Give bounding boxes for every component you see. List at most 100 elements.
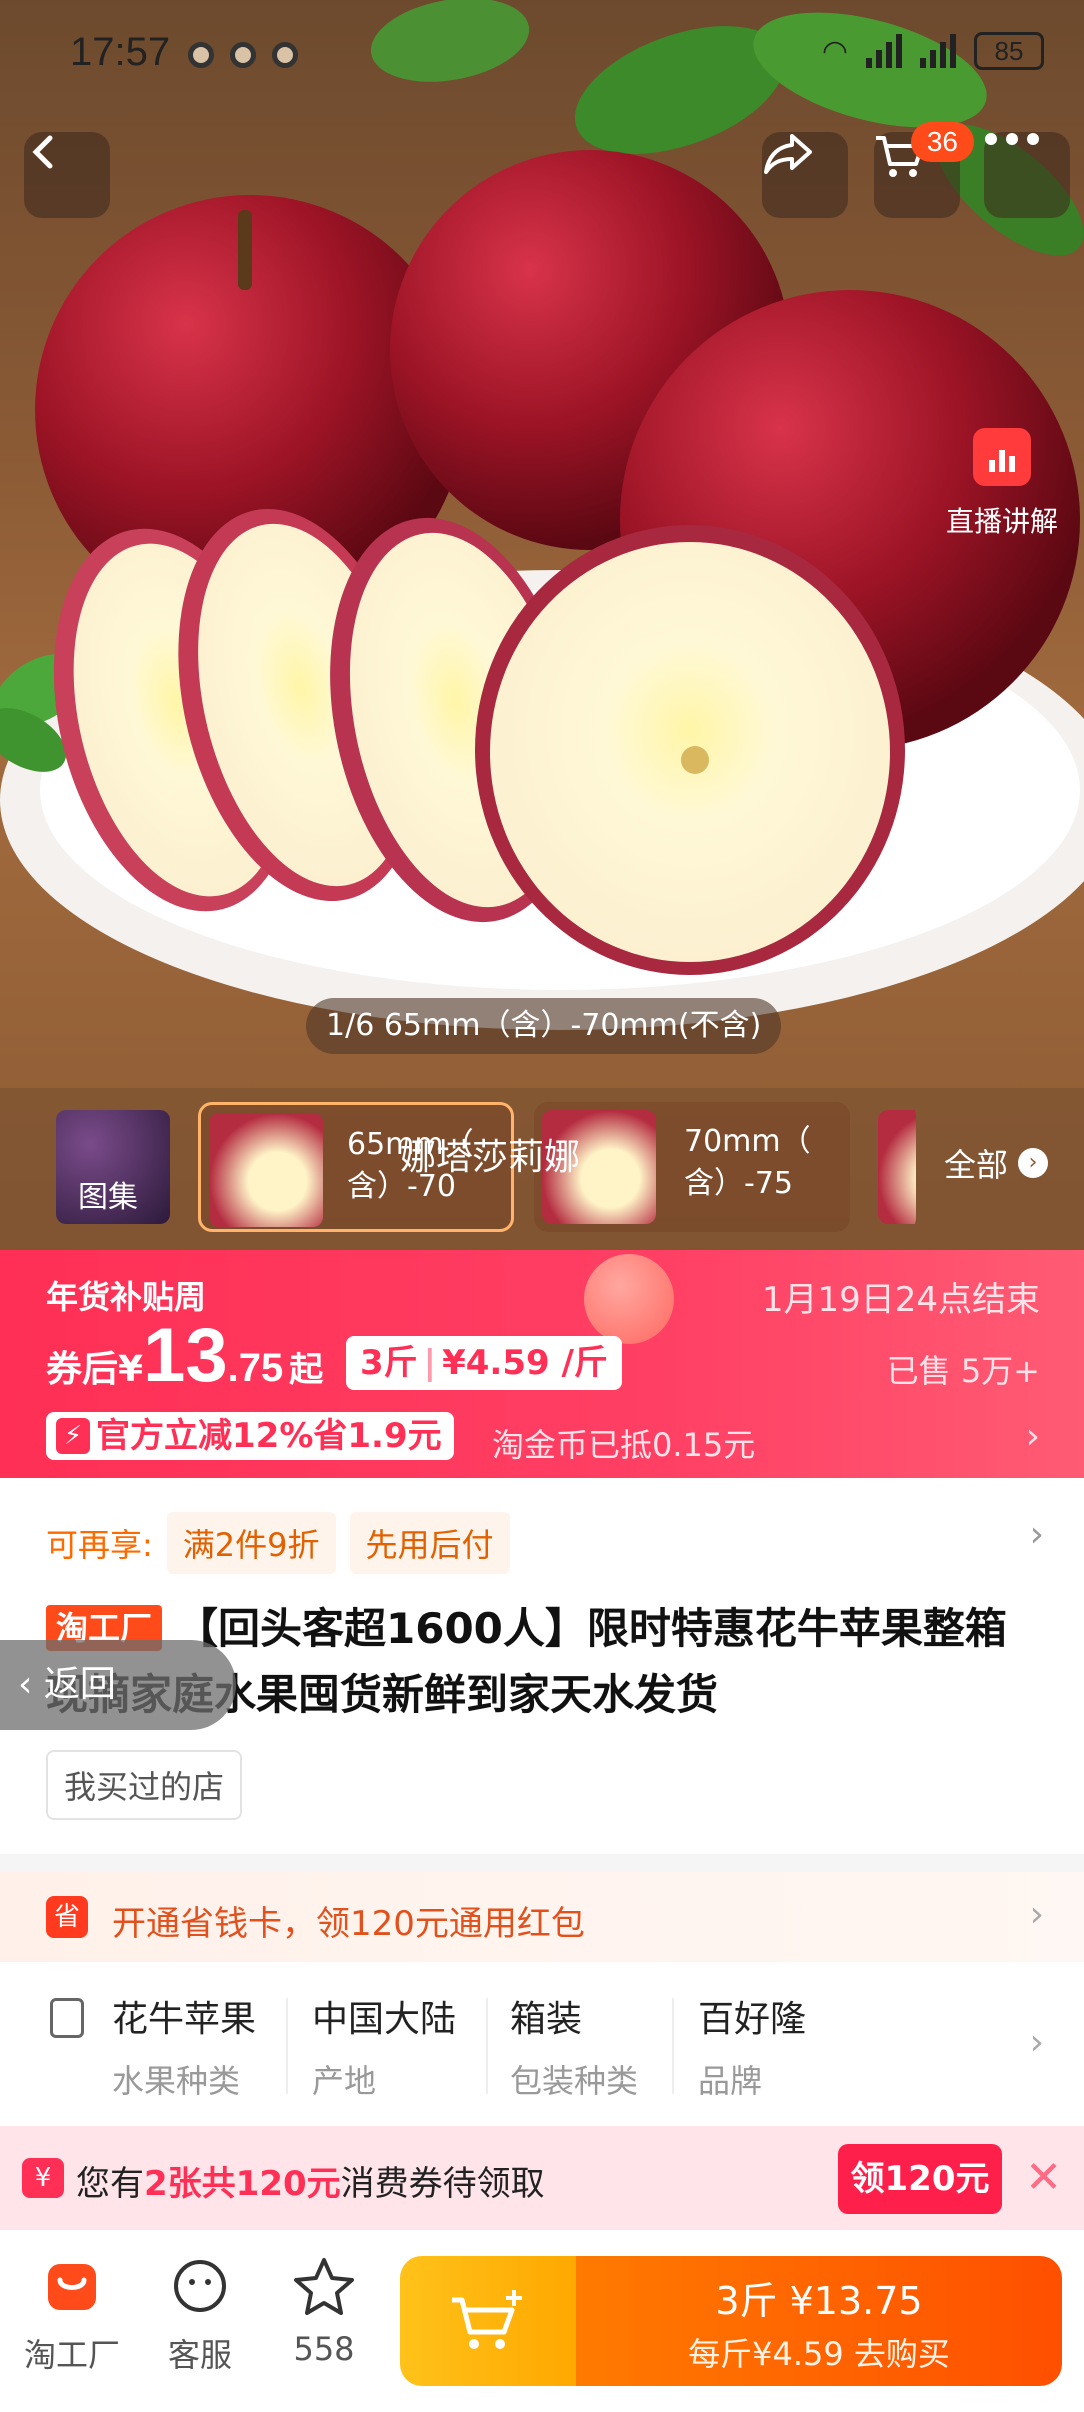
official-discount-text: 官方立减12%省1.9元 <box>96 1416 442 1456</box>
signal-icon-2 <box>920 34 956 68</box>
status-time: 17:57 <box>70 30 171 74</box>
favorite-count: 558 <box>293 2330 355 2368</box>
unit-weight: 3斤 <box>360 1343 418 1383</box>
favorite-button[interactable]: 558 <box>264 2256 384 2368</box>
attr-brand: 百好隆 品牌 <box>698 1990 806 2102</box>
attr-value: 花牛苹果 <box>112 1999 257 2040</box>
savings-card-row[interactable]: 省 开通省钱卡，领120元通用红包 › <box>0 1872 1084 1962</box>
view-all-specs-button[interactable]: 全部 › <box>944 1140 1048 1186</box>
lightning-icon: ⚡ <box>56 1418 90 1454</box>
attr-key: 品牌 <box>698 2062 763 2100</box>
thumb-partial[interactable] <box>870 1102 916 1232</box>
customer-service-button[interactable]: 客服 <box>140 2256 260 2376</box>
unit-price-badge: 3斤 | ¥4.59 /斤 <box>346 1336 622 1390</box>
image-counter: 1/6 65mm（含）-70mm(不含) <box>306 998 782 1054</box>
store-button[interactable]: 淘工厂 <box>12 2256 132 2376</box>
attr-fruit-type: 花牛苹果 水果种类 <box>112 1990 256 2102</box>
coupon-prefix: 券后 <box>46 1349 119 1390</box>
thumb-gallery-label: 图集 <box>78 1180 138 1215</box>
return-float-button[interactable]: ‹ 返回 <box>0 1640 236 1730</box>
chevron-left-icon: ‹ <box>18 1664 44 1705</box>
thumb-spec-70-75-l1: 70mm（ <box>684 1124 811 1159</box>
clipboard-icon <box>50 1998 84 2038</box>
service-label: 客服 <box>167 2336 232 2374</box>
product-image-gallery[interactable]: 17:57 ◠ 85 36 直播讲解 1/6 65mm（含）-70mm(不含) … <box>0 0 1084 1250</box>
share-icon <box>764 134 812 174</box>
buy-now-button[interactable]: 3斤 ¥13.75 每斤¥4.59 去购买 <box>576 2256 1062 2386</box>
attr-origin: 中国大陆 产地 <box>312 1990 456 2102</box>
chevron-right-icon: › <box>1018 1148 1048 1178</box>
thumb-spec-70-75-l2: 含）-75 <box>684 1166 793 1201</box>
back-button[interactable] <box>24 132 110 218</box>
wifi-icon: ◠ <box>821 33 848 69</box>
official-discount-tag: ⚡ 官方立减12%省1.9元 <box>46 1412 454 1460</box>
close-icon[interactable]: ✕ <box>1025 2152 1062 2203</box>
attr-value: 百好隆 <box>698 1999 807 2040</box>
bought-shop-tag[interactable]: 我买过的店 <box>46 1750 243 1820</box>
coupon-text-pre: 您有 <box>76 2164 144 2204</box>
currency-symbol: ¥ <box>118 1349 144 1390</box>
watermark-text: 娜塔莎莉娜 <box>400 1137 581 1178</box>
offer-tag: 先用后付 <box>349 1512 510 1574</box>
chat-smile-icon <box>174 2260 226 2312</box>
cart-plus-icon <box>452 2290 522 2349</box>
store-label: 淘工厂 <box>23 2336 120 2374</box>
share-button[interactable] <box>762 132 848 218</box>
more-button[interactable] <box>984 132 1070 218</box>
bottom-action-bar: 淘工厂 客服 558 3斤 ¥13.75 每斤¥4.59 去购买 <box>0 2230 1084 2412</box>
cart-button[interactable]: 36 <box>874 122 974 218</box>
live-explain-button[interactable]: 直播讲解 <box>938 400 1066 540</box>
coupon-text-em: 2张共120元 <box>144 2164 341 2204</box>
chevron-right-icon[interactable]: › <box>1030 1514 1044 1555</box>
price-suffix: 起 <box>289 1350 324 1390</box>
product-attributes[interactable]: 花牛苹果 水果种类 中国大陆 产地 箱装 包装种类 百好隆 品牌 › <box>0 1962 1084 2126</box>
buy-unit-line: 每斤¥4.59 去购买 <box>688 2335 950 2373</box>
attr-key: 水果种类 <box>112 2062 241 2100</box>
live-explain-label: 直播讲解 <box>945 505 1058 538</box>
coupon-icon: ¥ <box>22 2158 64 2198</box>
status-bar: 17:57 ◠ 85 <box>0 0 1084 110</box>
live-chart-icon <box>973 428 1031 486</box>
unit-price: ¥4.59 /斤 <box>442 1343 608 1383</box>
event-end-time: 1月19日24点结束 <box>761 1280 1040 1320</box>
chevron-right-icon: › <box>1029 2022 1044 2063</box>
savings-card-text: 开通省钱卡，领120元通用红包 <box>112 1904 585 1944</box>
return-label: 返回 <box>43 1664 116 1705</box>
coupon-price: 券后 ¥ 13 .75 起 <box>46 1312 323 1399</box>
thumb-spec-70-75[interactable]: 70mm（ 含）-75 <box>534 1102 850 1232</box>
more-icon <box>985 133 1039 145</box>
thumb-gallery[interactable]: 图集 <box>48 1102 178 1232</box>
coin-deduction[interactable]: 淘金币已抵0.15元 <box>492 1420 755 1466</box>
battery-indicator: 85 <box>974 32 1044 70</box>
add-to-cart-button[interactable] <box>400 2256 576 2386</box>
claim-coupon-button[interactable]: 领120元 <box>838 2144 1002 2214</box>
signal-icon <box>866 34 902 68</box>
attr-key: 包装种类 <box>510 2062 639 2100</box>
chevron-right-icon: › <box>1029 1894 1044 1935</box>
view-all-label: 全部 <box>943 1146 1008 1184</box>
attr-key: 产地 <box>312 2062 377 2100</box>
coupon-bar: ¥ 您有2张共120元消费券待领取 领120元 ✕ <box>0 2126 1084 2230</box>
sold-count: 已售 5万+ <box>886 1352 1040 1390</box>
savings-card-icon: 省 <box>46 1896 88 1938</box>
chevron-right-icon[interactable]: › <box>1026 1416 1040 1457</box>
coupon-text-post: 消费券待领取 <box>340 2164 545 2204</box>
purchase-buttons: 3斤 ¥13.75 每斤¥4.59 去购买 <box>400 2256 1062 2386</box>
attr-value: 中国大陆 <box>312 1999 457 2040</box>
price-integer: 13 <box>143 1313 228 1398</box>
attr-value: 箱装 <box>510 1999 583 2040</box>
store-icon <box>48 2264 96 2310</box>
gift-bag-icon <box>584 1254 674 1344</box>
attr-packaging: 箱装 包装种类 <box>510 1990 638 2102</box>
coupon-text: 您有2张共120元消费券待领取 <box>76 2156 545 2205</box>
status-app-icons <box>188 42 298 68</box>
extra-offers-label: 可再享: <box>46 1526 153 1564</box>
cart-count-badge: 36 <box>910 122 974 162</box>
offer-tag: 满2件9折 <box>166 1512 336 1574</box>
star-icon <box>294 2258 354 2315</box>
buy-price-line: 3斤 ¥13.75 <box>715 2279 923 2323</box>
price-decimal: .75 <box>227 1346 284 1390</box>
extra-offers[interactable]: 可再享: 满2件9折 先用后付 <box>46 1512 510 1574</box>
chevron-left-icon <box>32 135 53 169</box>
price-banner: 年货补贴周 1月19日24点结束 券后 ¥ 13 .75 起 3斤 | ¥4.59 … <box>0 1250 1084 1478</box>
